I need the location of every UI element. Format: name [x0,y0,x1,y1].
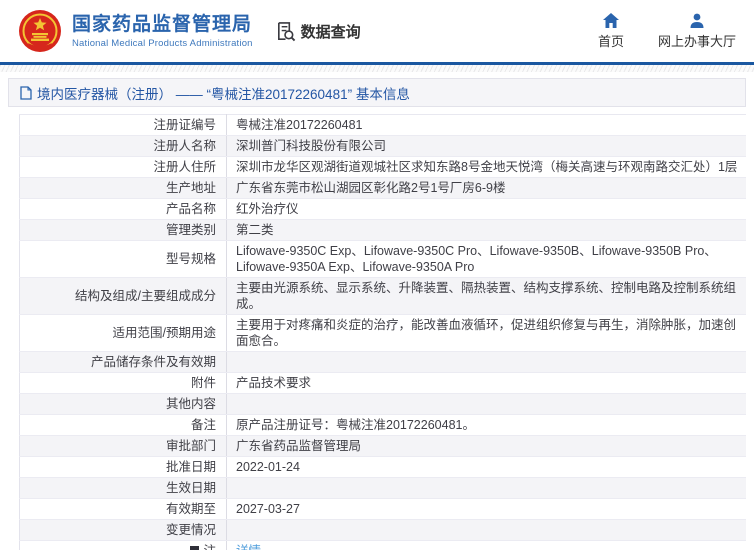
field-value: 原产品注册证号：粤械注准20172260481。 [227,415,747,436]
data-query-label: 数据查询 [301,21,361,42]
field-value: 粤械注准20172260481 [227,115,747,136]
field-label: 生产地址 [20,178,227,199]
page-title-bar: 境内医疗器械（注册） —— “粤械注准20172260481” 基本信息 [8,78,746,107]
table-row: 适用范围/预期用途 主要用于对疼痛和炎症的治疗，能改善血液循环，促进组织修复与再… [20,315,747,352]
field-label: 注册证编号 [20,115,227,136]
registration-info-table: 注册证编号 粤械注准20172260481 注册人名称 深圳普门科技股份有限公司… [19,114,746,550]
field-value: 深圳普门科技股份有限公司 [227,136,747,157]
data-query-button[interactable]: 数据查询 [275,21,361,42]
field-label: 其他内容 [20,394,227,415]
nav-service-hall-label: 网上办事大厅 [658,31,736,50]
table-row: 变更情况 [20,520,747,541]
field-label: 注册人住所 [20,157,227,178]
table-row: 附件 产品技术要求 [20,373,747,394]
table-row: 产品储存条件及有效期 [20,352,747,373]
field-label: 有效期至 [20,499,227,520]
field-label: 审批部门 [20,436,227,457]
field-label: 结构及组成/主要组成成分 [20,278,227,315]
field-value: 广东省东莞市松山湖园区彰化路2号1号厂房6-9楼 [227,178,747,199]
table-row: 批准日期 2022-01-24 [20,457,747,478]
page-title: 境内医疗器械（注册） —— “粤械注准20172260481” 基本信息 [37,83,410,103]
nav-home-label: 首页 [598,31,624,50]
field-value: 主要由光源系统、显示系统、升降装置、隔热装置、结构支撑系统、控制电路及控制系统组… [227,278,747,315]
header-nav: 首页 网上办事大厅 [598,13,736,50]
table-row-note: 注 详情 [20,541,747,550]
field-value [227,478,747,499]
table-row: 备注 原产品注册证号：粤械注准20172260481。 [20,415,747,436]
field-label: 批准日期 [20,457,227,478]
note-label: 注 [203,544,216,550]
table-row: 结构及组成/主要组成成分 主要由光源系统、显示系统、升降装置、隔热装置、结构支撑… [20,278,747,315]
field-value [227,394,747,415]
table-row: 其他内容 [20,394,747,415]
national-emblem-icon [18,9,62,53]
field-value: 第二类 [227,220,747,241]
note-bubble-icon [189,545,200,550]
site-subtitle: National Medical Products Administration [72,38,253,49]
nav-service-hall[interactable]: 网上办事大厅 [658,13,736,50]
table-row: 注册人名称 深圳普门科技股份有限公司 [20,136,747,157]
field-label: 型号规格 [20,241,227,278]
field-value: 2022-01-24 [227,457,747,478]
table-row: 型号规格 Lifowave-9350C Exp、Lifowave-9350C P… [20,241,747,278]
field-value: 深圳市龙华区观湖街道观城社区求知东路8号金地天悦湾（梅关高速与环观南路交汇处）1… [227,157,747,178]
table-row: 生效日期 [20,478,747,499]
table-row: 生产地址 广东省东莞市松山湖园区彰化路2号1号厂房6-9楼 [20,178,747,199]
site-title: 国家药品监督管理局 [72,14,253,36]
field-label: 产品名称 [20,199,227,220]
field-label: 适用范围/预期用途 [20,315,227,352]
field-label: 备注 [20,415,227,436]
site-header: 国家药品监督管理局 National Medical Products Admi… [0,0,754,62]
table-row: 产品名称 红外治疗仪 [20,199,747,220]
field-value [227,520,747,541]
field-label: 变更情况 [20,520,227,541]
field-label: 注 [20,541,227,550]
field-label: 管理类别 [20,220,227,241]
field-label: 注册人名称 [20,136,227,157]
field-value: Lifowave-9350C Exp、Lifowave-9350C Pro、Li… [227,241,747,278]
field-value [227,352,747,373]
table-row: 注册人住所 深圳市龙华区观湖街道观城社区求知东路8号金地天悦湾（梅关高速与环观南… [20,157,747,178]
user-icon [689,13,705,28]
document-icon [20,86,32,100]
field-value: 红外治疗仪 [227,199,747,220]
hatch-strip [0,65,754,72]
field-label: 附件 [20,373,227,394]
field-value: 2027-03-27 [227,499,747,520]
table-row: 有效期至 2027-03-27 [20,499,747,520]
field-label: 生效日期 [20,478,227,499]
table-row: 注册证编号 粤械注准20172260481 [20,115,747,136]
brand-titles: 国家药品监督管理局 National Medical Products Admi… [72,14,253,49]
data-query-icon [275,21,296,42]
field-value: 产品技术要求 [227,373,747,394]
field-value: 广东省药品监督管理局 [227,436,747,457]
table-row: 管理类别 第二类 [20,220,747,241]
details-link[interactable]: 详情 [236,544,261,550]
nav-home[interactable]: 首页 [598,13,624,50]
home-icon [603,13,619,28]
field-value: 主要用于对疼痛和炎症的治疗，能改善血液循环，促进组织修复与再生，消除肿胀，加速创… [227,315,747,352]
field-label: 产品储存条件及有效期 [20,352,227,373]
table-row: 审批部门 广东省药品监督管理局 [20,436,747,457]
field-value: 详情 [227,541,747,550]
